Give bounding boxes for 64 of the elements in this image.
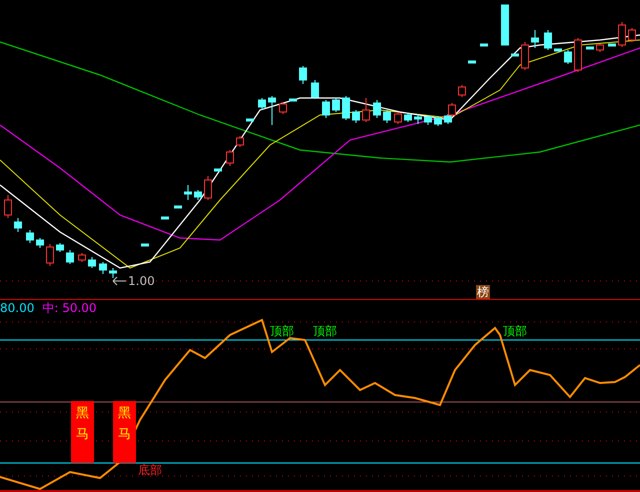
candlestick xyxy=(279,102,287,114)
candlestick xyxy=(66,250,74,264)
candlestick xyxy=(394,112,402,124)
candlestick xyxy=(184,184,192,200)
candlestick xyxy=(574,38,582,72)
candlestick xyxy=(468,60,476,64)
candlestick xyxy=(414,114,422,124)
top-signal-label: 顶部 xyxy=(503,325,527,337)
candlestick xyxy=(46,244,54,266)
candlestick xyxy=(383,110,391,124)
candlestick xyxy=(373,100,381,118)
candlestick xyxy=(554,48,562,52)
candlestick xyxy=(424,114,432,126)
candlestick xyxy=(214,168,222,172)
candlestick xyxy=(521,42,529,70)
candlestick xyxy=(501,4,509,46)
candlestick xyxy=(204,176,212,200)
legend-label: 中: 50.00 xyxy=(42,302,97,314)
candlestick xyxy=(531,30,539,48)
candlestick xyxy=(586,46,594,50)
candlestick xyxy=(141,244,149,246)
candlestick xyxy=(434,116,442,126)
low-price-label: 1.00 xyxy=(128,275,155,287)
candlestick xyxy=(258,98,266,110)
candlestick xyxy=(14,218,22,232)
candlestick xyxy=(596,44,604,52)
candlestick xyxy=(78,252,86,262)
candlestick xyxy=(342,96,350,120)
candlestick xyxy=(289,98,297,102)
candlestick xyxy=(99,262,107,274)
candlestick xyxy=(268,96,276,126)
marker-label: 黑马 xyxy=(118,405,131,444)
candlestick xyxy=(56,242,64,252)
candlestick xyxy=(322,100,330,118)
candlestick xyxy=(544,30,552,50)
candlestick xyxy=(480,44,488,46)
candlestick xyxy=(352,110,360,124)
candlestick xyxy=(226,150,234,166)
candlestick xyxy=(628,28,636,42)
candlestick xyxy=(36,238,44,248)
candlestick xyxy=(362,98,370,122)
top-signal-label: 顶部 xyxy=(313,325,337,337)
candlestick xyxy=(332,98,340,112)
left-arrow-icon xyxy=(112,276,126,286)
candlestick xyxy=(564,50,572,64)
marker-label: 黑马 xyxy=(76,405,89,444)
candlestick xyxy=(236,136,244,148)
candlestick xyxy=(608,44,616,46)
candlestick xyxy=(311,80,319,100)
top-signal-label: 顶部 xyxy=(270,325,294,337)
candlestick xyxy=(88,256,96,268)
candlestick xyxy=(511,54,519,56)
candlestick xyxy=(618,22,626,48)
candlestick xyxy=(194,190,202,200)
candlestick xyxy=(4,194,12,218)
candlestick xyxy=(404,112,412,122)
candlestick xyxy=(299,66,307,84)
badge: 榜 xyxy=(476,285,490,299)
legend-label: 80.00 xyxy=(0,302,34,314)
candlestick xyxy=(458,84,466,98)
bottom-signal-label: 底部 xyxy=(138,464,162,476)
candlestick xyxy=(246,118,254,122)
candlestick xyxy=(109,268,117,278)
candlestick xyxy=(26,230,34,244)
